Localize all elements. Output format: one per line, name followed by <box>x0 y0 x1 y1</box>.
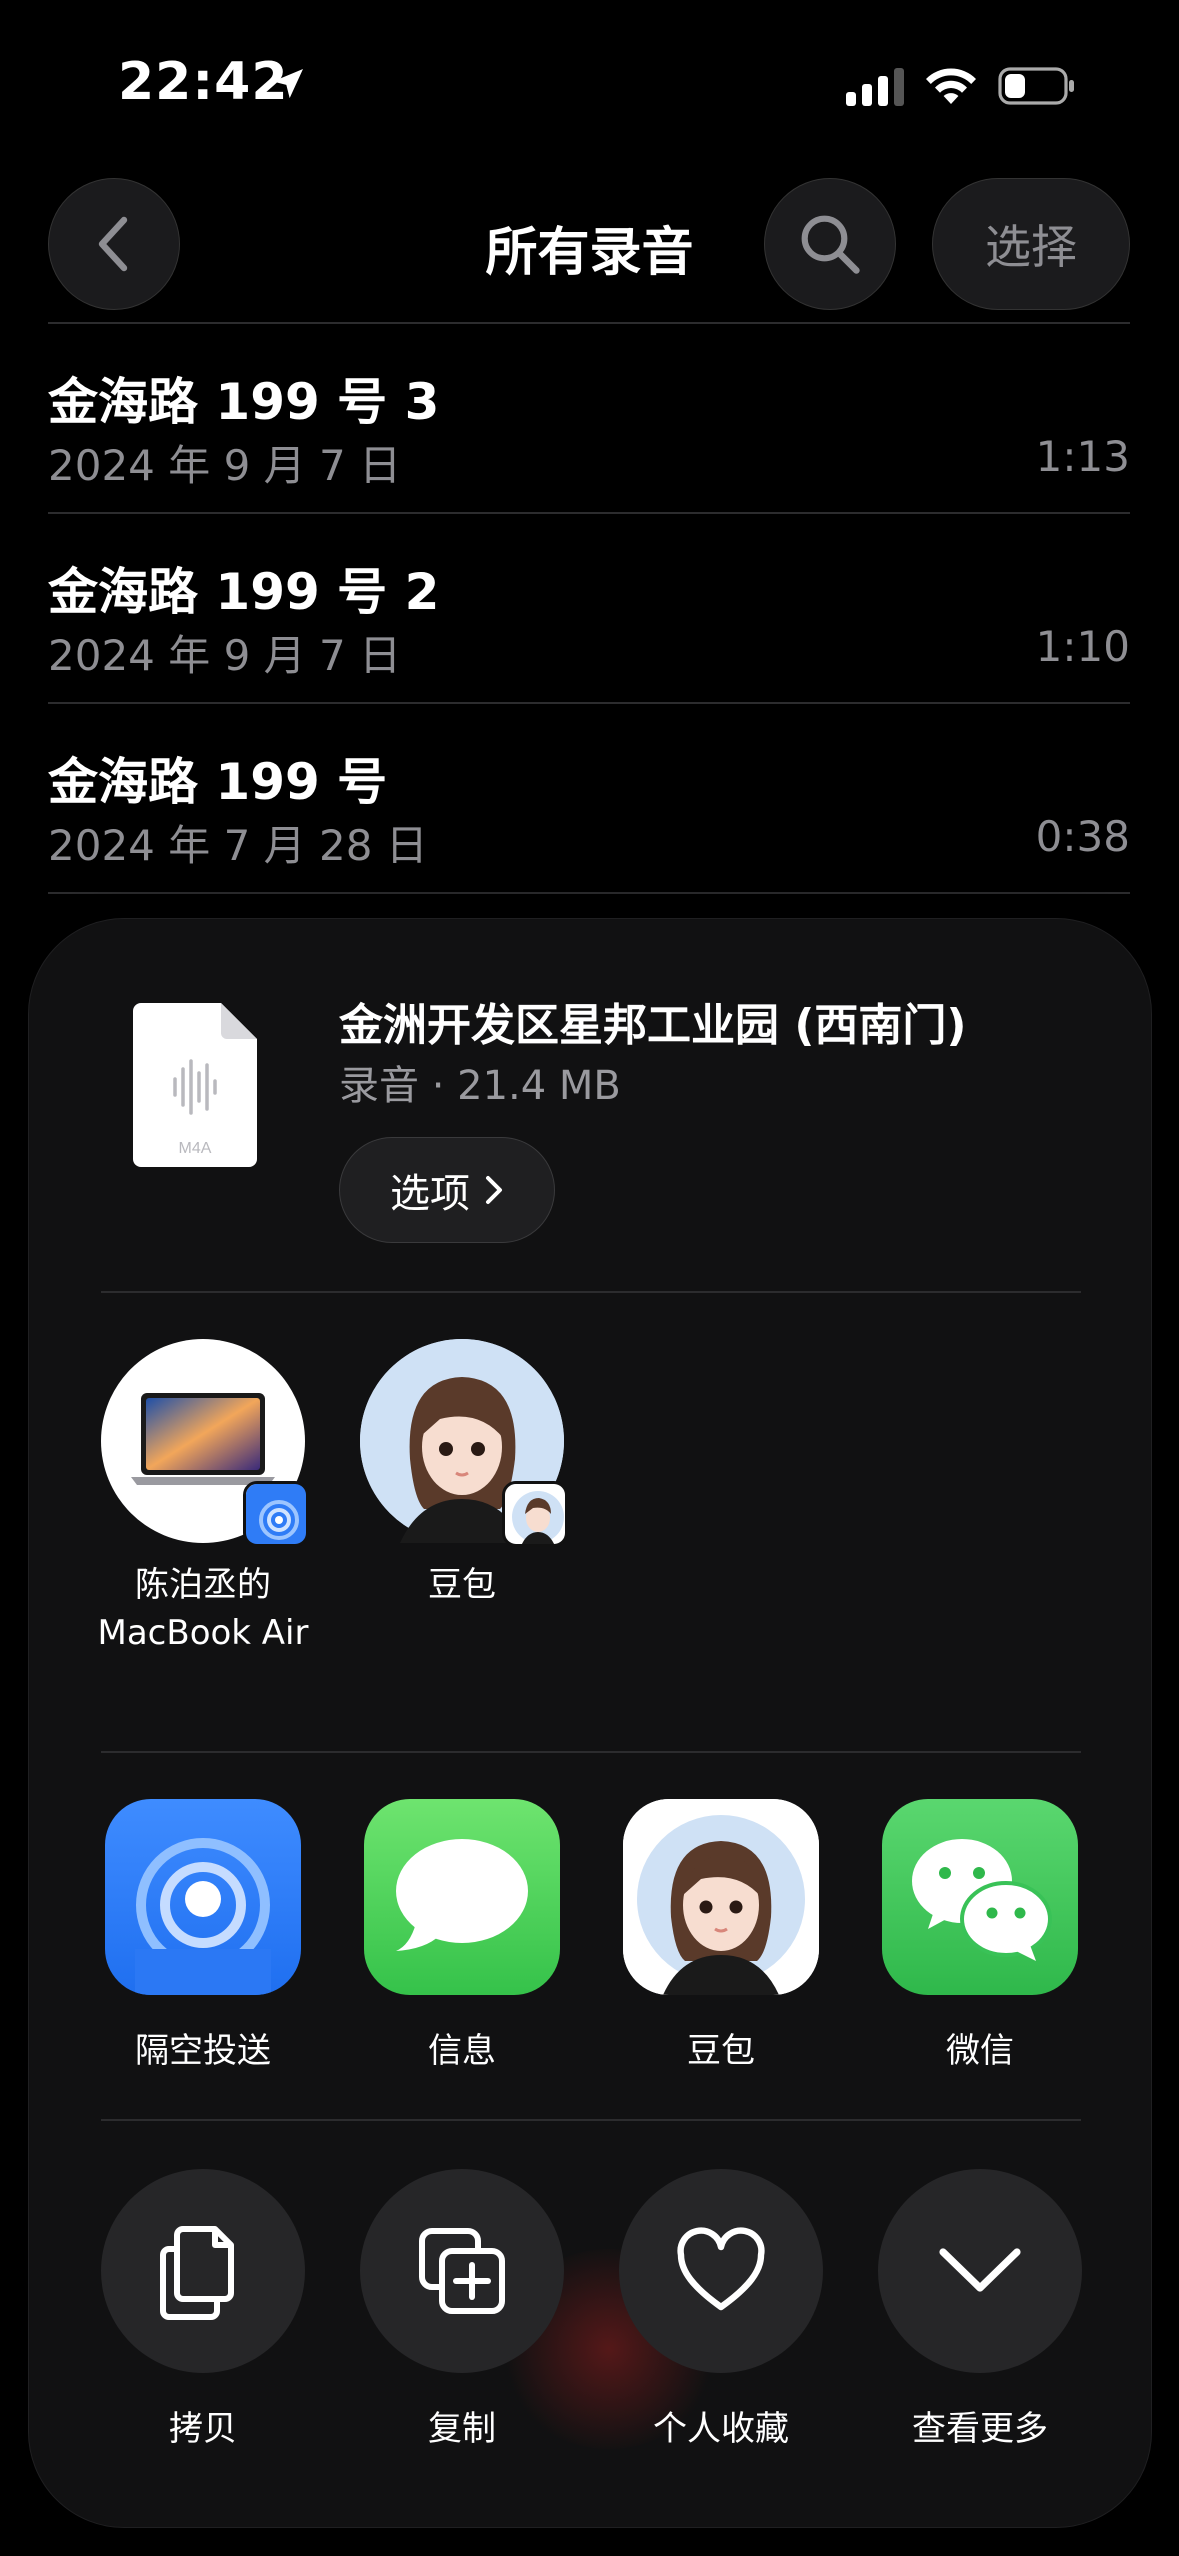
search-icon <box>801 215 860 274</box>
app-name: 隔空投送 <box>135 2031 271 2071</box>
share-target-doubao[interactable]: 豆包 <box>352 1339 572 1609</box>
app-messages[interactable]: 信息 <box>352 1799 572 2072</box>
action-label: 拷贝 <box>169 2409 237 2449</box>
action-button <box>360 2169 564 2373</box>
action-more[interactable]: 查看更多 <box>870 2169 1090 2450</box>
avatar <box>360 1339 568 1547</box>
recording-title: 金海路 199 号 <box>48 753 388 811</box>
recording-duration: 0:38 <box>1035 812 1130 861</box>
search-button[interactable] <box>764 178 896 310</box>
recording-date: 2024 年 9 月 7 日 <box>48 631 402 680</box>
share-target-name: 陈泊丞的 MacBook Air <box>97 1565 309 1653</box>
audio-file-icon: M4A <box>133 1003 257 1167</box>
messages-icon <box>396 1839 528 1951</box>
recording-duration: 1:10 <box>1035 622 1130 671</box>
app-icon <box>364 1799 560 1995</box>
action-button <box>101 2169 305 2373</box>
action-duplicate[interactable]: 复制 <box>352 2169 572 2450</box>
recording-title: 金海路 199 号 2 <box>48 563 440 621</box>
file-subtitle: 录音 · 21.4 MB <box>339 1063 621 1109</box>
status-bar: 22:42 <box>0 0 1179 170</box>
action-label: 查看更多 <box>912 2409 1048 2449</box>
airdrop-badge <box>243 1481 309 1547</box>
app-name: 信息 <box>428 2031 496 2071</box>
recording-date: 2024 年 9 月 7 日 <box>48 441 402 490</box>
recording-row[interactable]: 金海路 199 号 2 2024 年 9 月 7 日 1:10 <box>48 512 1130 702</box>
heart-icon <box>677 2227 765 2311</box>
recording-date: 2024 年 7 月 28 日 <box>48 821 428 870</box>
wifi-icon <box>926 68 976 104</box>
action-label: 个人收藏 <box>653 2409 789 2449</box>
action-favorite[interactable]: 个人收藏 <box>611 2169 831 2450</box>
app-doubao[interactable]: 豆包 <box>611 1799 831 2072</box>
doubao-icon <box>505 1484 565 1544</box>
app-icon <box>882 1799 1078 1995</box>
select-button[interactable]: 选择 <box>932 178 1130 310</box>
airdrop-icon <box>135 1838 271 1995</box>
share-target-macbook[interactable]: 陈泊丞的 MacBook Air <box>93 1339 313 1657</box>
recording-row[interactable]: 金海路 199 号 2024 年 7 月 28 日 0:38 <box>48 702 1130 892</box>
recording-title: 金海路 199 号 3 <box>48 373 440 431</box>
action-button <box>619 2169 823 2373</box>
divider <box>101 2119 1081 2121</box>
share-target-name: 豆包 <box>428 1565 496 1605</box>
doubao-badge <box>502 1481 568 1547</box>
app-icon <box>623 1799 819 1995</box>
location-arrow-icon <box>273 69 303 99</box>
app-name: 豆包 <box>687 2031 755 2071</box>
status-time: 22:42 <box>118 52 289 112</box>
battery-icon <box>998 67 1074 105</box>
divider <box>101 1291 1081 1293</box>
file-type-label: M4A <box>179 1140 212 1157</box>
recording-row[interactable]: 金海路 199 号 3 2024 年 9 月 7 日 1:13 <box>48 322 1130 512</box>
action-copy[interactable]: 拷贝 <box>93 2169 313 2450</box>
divider <box>101 1751 1081 1753</box>
app-airdrop[interactable]: 隔空投送 <box>93 1799 313 2072</box>
doubao-icon <box>623 1799 819 1995</box>
recording-duration: 1:13 <box>1035 432 1130 481</box>
copy-icon <box>160 2226 234 2320</box>
airdrop-icon <box>246 1484 306 1544</box>
action-button <box>878 2169 1082 2373</box>
options-label: 选项 <box>390 1171 470 1217</box>
chevron-right-icon <box>486 1176 502 1204</box>
list-divider <box>48 892 1130 894</box>
cellular-signal-icon <box>846 68 904 106</box>
recordings-list: 金海路 199 号 3 2024 年 9 月 7 日 1:13 金海路 199 … <box>48 322 1130 894</box>
file-title: 金洲开发区星邦工业园 (西南门) <box>339 1000 967 1051</box>
app-wechat[interactable]: 微信 <box>870 1799 1090 2072</box>
options-button[interactable]: 选项 <box>339 1137 555 1243</box>
avatar <box>101 1339 309 1547</box>
chevron-down-icon <box>939 2248 1021 2292</box>
action-label: 复制 <box>428 2409 496 2449</box>
app-icon <box>105 1799 301 1995</box>
app-name: 微信 <box>946 2031 1014 2071</box>
duplicate-icon <box>419 2228 505 2314</box>
share-sheet: M4A 金洲开发区星邦工业园 (西南门) 录音 · 21.4 MB 选项 陈泊丞… <box>28 918 1152 2528</box>
wechat-icon <box>912 1839 1052 1961</box>
